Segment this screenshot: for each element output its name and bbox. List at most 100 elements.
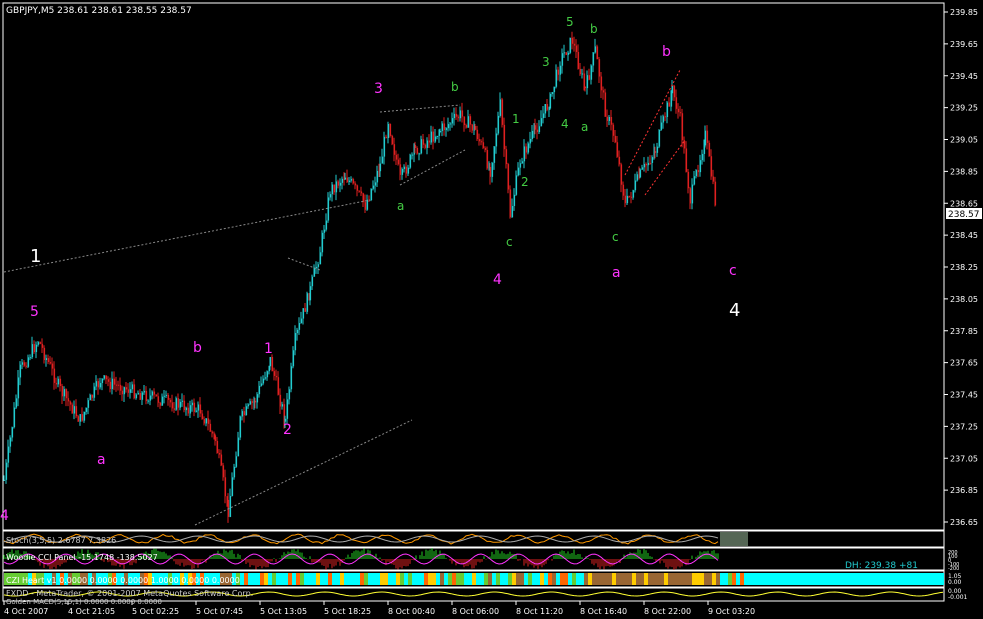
heart-bar [400,573,404,585]
heart-bar [824,573,828,585]
wave-label: a [397,199,404,213]
candle-body [189,405,192,414]
candle-body [559,65,562,75]
wave-label: c [506,235,513,249]
heart-bar [560,573,564,585]
candle-body [59,378,62,387]
candle-body [209,423,212,432]
time-label: 9 Oct 03:20 [708,607,755,616]
heart-bar [632,573,636,585]
candle-body [673,85,676,98]
wave-label: b [193,340,202,356]
candle-body [151,391,154,396]
candle-body [588,75,591,80]
time-label: 8 Oct 11:20 [516,607,563,616]
heart-bar [596,573,600,585]
candle-body [179,401,182,408]
candle-body [181,400,184,402]
heart-bar [284,573,288,585]
candle-body [531,130,534,139]
heart-bar [592,573,596,585]
candle-body [687,171,690,189]
trendline [379,104,461,113]
wave-labels: 45ab 1234 abc14abc12345abc [0,15,740,524]
candle-body [679,112,682,114]
candle-body [527,143,530,153]
candle-body [445,128,448,130]
candle-body [275,375,278,378]
candle-body [618,156,621,165]
wave-label: a [612,265,621,281]
heart-bar [752,573,756,585]
wave-label: 5 [30,304,39,320]
heart-bar [488,573,492,585]
heart-bar [508,573,512,585]
candle-body [536,129,539,133]
heart-bar [424,573,428,585]
candle-body [171,402,174,409]
candle-body [598,59,601,77]
macd-label: Golden MACD(5,15,1) 0.0000 0.0000 0.0000 [6,598,162,606]
candle-body [397,159,400,165]
heart-bar [396,573,400,585]
heart-bar [296,573,300,585]
price-label: 238.85 [950,167,978,176]
candle-body [277,377,280,395]
candle-body [664,116,667,118]
candle-body [89,394,92,401]
heart-bar [684,573,688,585]
heart-bar [852,573,856,585]
heart-bar [496,573,500,585]
heart-bar [240,573,244,585]
candle-body [590,65,593,80]
candle-body [699,160,702,173]
heart-bar [528,573,532,585]
candle-body [708,142,711,157]
heart-bar [828,573,832,585]
candle-body [416,147,419,154]
candle-body [269,356,272,367]
macd-scale-label: -0.001 [948,594,968,601]
candle-body [311,276,314,287]
candle-body [161,396,164,406]
candle-body [149,395,152,401]
heart-bar [888,573,892,585]
candle-body [95,381,98,387]
heart-bar [688,573,692,585]
heart-bar [516,573,520,585]
candle-body [137,393,140,395]
heart-bar [324,573,328,585]
candle-body [153,391,156,395]
heart-bar [652,573,656,585]
candle-body [608,117,611,121]
heart-bar [840,573,844,585]
heart-bar [904,573,908,585]
candle-body [569,37,572,53]
candle-body [714,181,717,206]
candle-body [596,46,599,60]
cci-scale-label: -200 [948,566,959,572]
heart-bar [884,573,888,585]
heart-bar [552,573,556,585]
candle-body [185,407,188,411]
heart-bar [692,573,696,585]
chart-canvas[interactable]: 45ab 1234 abc14abc12345abc 239.85239.65239… [0,0,983,619]
heart-bar [484,573,488,585]
candle-body [296,329,299,334]
price-label: 239.85 [950,8,978,17]
candle-body [262,378,265,384]
candle-body [451,118,454,124]
candle-body [612,124,615,136]
heart-bar [732,573,736,585]
candle-body [251,401,254,403]
wave-label: 1 [264,341,273,357]
heart-bar [368,573,372,585]
price-label: 237.45 [950,391,978,400]
candle-body [165,394,168,396]
heart-bar [388,573,392,585]
heart-bar [268,573,272,585]
heart-bar [580,573,584,585]
price-candles [3,31,717,523]
candle-body [19,364,22,378]
candle-body [73,406,76,414]
